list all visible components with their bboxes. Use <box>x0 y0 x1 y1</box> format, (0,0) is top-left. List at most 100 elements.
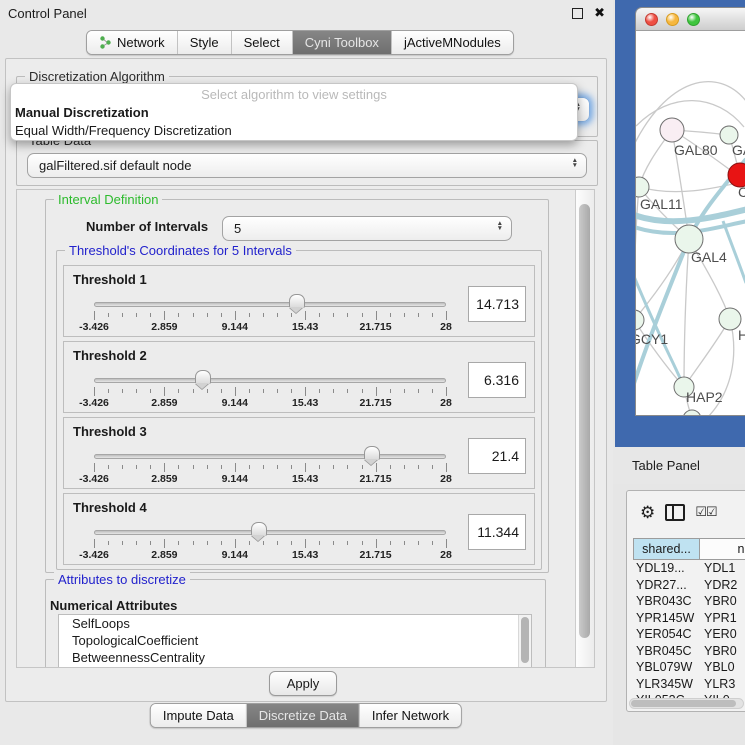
threshold-3-label: Threshold 3 <box>73 424 147 439</box>
float-window-icon[interactable] <box>572 8 583 19</box>
threshold-4-label: Threshold 4 <box>73 500 147 515</box>
slider-track[interactable] <box>94 302 446 307</box>
dropdown-item-equal-width-frequency[interactable]: Equal Width/Frequency Discretization <box>11 122 577 140</box>
network-node[interactable] <box>683 410 701 416</box>
slider-ticks <box>94 387 446 396</box>
table-horizontal-scrollbar[interactable] <box>629 698 744 709</box>
tick-mark <box>221 465 222 469</box>
table-panel-titlebar: Table Panel <box>613 447 745 484</box>
slider-handle[interactable] <box>364 446 380 460</box>
thresholds-group: Threshold's Coordinates for 5 Intervals … <box>56 250 542 570</box>
bottom-tab-strip: Impute Data Discretize Data Infer Networ… <box>150 703 462 728</box>
columns-icon[interactable] <box>665 504 685 521</box>
threshold-4-value[interactable]: 11.344 <box>468 514 526 550</box>
threshold-1-slider[interactable]: -3.4262.8599.14415.4321.71528 <box>94 294 446 330</box>
zoom-traffic-light-icon[interactable] <box>687 13 700 26</box>
tab-select[interactable]: Select <box>231 31 292 54</box>
tick-mark <box>249 465 250 469</box>
minimize-traffic-light-icon[interactable] <box>666 13 679 26</box>
scrollbar-thumb[interactable] <box>521 617 529 663</box>
network-edge[interactable] <box>636 187 639 320</box>
threshold-3-slider[interactable]: -3.4262.8599.14415.4321.71528 <box>94 446 446 482</box>
network-edge[interactable] <box>636 101 744 127</box>
table-row[interactable]: YDL19...YDL1 <box>633 560 745 577</box>
table-cell: YER0 <box>700 627 745 641</box>
tick-mark <box>390 389 391 393</box>
tab-discretize-data[interactable]: Discretize Data <box>246 704 359 727</box>
table-row[interactable]: YPR145WYPR1 <box>633 610 745 627</box>
gear-icon[interactable]: ⚙ <box>640 504 655 521</box>
table-row[interactable]: YBR045CYBR0 <box>633 643 745 660</box>
threshold-1-panel: Threshold 1 -3.4262.8599.14415.4321.7152… <box>63 265 535 337</box>
threshold-2-label: Threshold 2 <box>73 348 147 363</box>
threshold-2-slider[interactable]: -3.4262.8599.14415.4321.71528 <box>94 370 446 406</box>
tick-mark <box>207 313 208 317</box>
network-edge[interactable] <box>636 239 689 393</box>
tab-style[interactable]: Style <box>177 31 231 54</box>
tick-label: 28 <box>440 321 452 333</box>
table-row[interactable]: YLR345WYLR3 <box>633 676 745 693</box>
network-node[interactable] <box>636 310 644 330</box>
network-node[interactable] <box>636 177 649 197</box>
close-traffic-light-icon[interactable] <box>645 13 658 26</box>
interval-definition-group: Interval Definition Number of Intervals … <box>45 199 549 573</box>
table-row[interactable]: YDR27...YDR2 <box>633 577 745 594</box>
network-view-canvas[interactable]: GAL80GACGAL11GAL4GCY1HHAP2 <box>636 31 745 416</box>
slider-handle[interactable] <box>251 522 267 536</box>
table-cell: YBR0 <box>700 594 745 608</box>
threshold-1-value[interactable]: 14.713 <box>468 286 526 322</box>
slider-handle[interactable] <box>289 294 305 308</box>
table-row[interactable]: YER054CYER0 <box>633 626 745 643</box>
column-header-shared-name[interactable]: shared... <box>633 538 700 560</box>
close-icon[interactable]: ✖ <box>594 8 605 18</box>
slider-track[interactable] <box>94 454 446 459</box>
tick-mark <box>108 389 109 393</box>
tab-cyni-toolbox[interactable]: Cyni Toolbox <box>292 31 391 54</box>
table-cell: YPR1 <box>700 611 745 625</box>
table-cell: YLR345W <box>633 677 700 691</box>
network-edge[interactable] <box>684 319 730 387</box>
table-row[interactable]: YBL079WYBL0 <box>633 659 745 676</box>
slider-tick-labels: -3.4262.8599.14415.4321.71528 <box>94 321 446 333</box>
slider-track[interactable] <box>94 530 446 535</box>
table-data-combo[interactable]: galFiltered.sif default node ▲▼ <box>27 153 587 178</box>
list-item-selfloops[interactable]: SelfLoops <box>59 615 531 632</box>
threshold-3-value[interactable]: 21.4 <box>468 438 526 474</box>
attributes-scrollbar[interactable] <box>518 615 531 668</box>
tick-mark <box>193 465 194 469</box>
tab-impute-data[interactable]: Impute Data <box>151 704 246 727</box>
network-node[interactable] <box>660 118 684 142</box>
number-of-intervals-combo[interactable]: 5 ▲▼ <box>222 216 512 241</box>
tab-jactivemnodules[interactable]: jActiveMNodules <box>391 31 513 54</box>
apply-button[interactable]: Apply <box>269 671 337 696</box>
tick-mark <box>404 541 405 545</box>
tick-mark <box>305 463 306 472</box>
slider-handle[interactable] <box>195 370 211 384</box>
tick-label: 28 <box>440 473 452 485</box>
tick-mark <box>136 313 137 317</box>
slider-track[interactable] <box>94 378 446 383</box>
threshold-4-slider[interactable]: -3.4262.8599.14415.4321.71528 <box>94 522 446 558</box>
stepper-arrows-icon: ▲▼ <box>572 158 578 168</box>
tab-infer-network[interactable]: Infer Network <box>359 704 461 727</box>
table-cell: YDL19... <box>633 561 700 575</box>
column-header-name[interactable]: na <box>700 538 745 560</box>
list-item-topologicalcoefficient[interactable]: TopologicalCoefficient <box>59 632 531 649</box>
main-vertical-scrollbar[interactable] <box>575 190 594 667</box>
table-cell: YBR0 <box>700 644 745 658</box>
tick-label: 2.859 <box>151 397 177 409</box>
tick-mark <box>178 541 179 545</box>
threshold-2-value[interactable]: 6.316 <box>468 362 526 398</box>
dropdown-item-manual-discretization[interactable]: Manual Discretization <box>11 104 577 122</box>
attributes-group-title: Attributes to discretize <box>54 572 190 587</box>
network-window-titlebar[interactable] <box>636 8 745 31</box>
list-item-betweennesscentrality[interactable]: BetweennessCentrality <box>59 649 531 666</box>
scrollbar-thumb[interactable] <box>631 700 736 707</box>
tab-network[interactable]: Network <box>87 31 177 54</box>
network-edge[interactable] <box>684 239 689 387</box>
tick-mark <box>333 389 334 393</box>
table-row[interactable]: YBR043CYBR0 <box>633 593 745 610</box>
scrollbar-thumb[interactable] <box>579 204 590 638</box>
select-checkboxes-icon[interactable]: ☑☑ <box>695 504 716 520</box>
table-header: shared... na <box>633 538 745 560</box>
